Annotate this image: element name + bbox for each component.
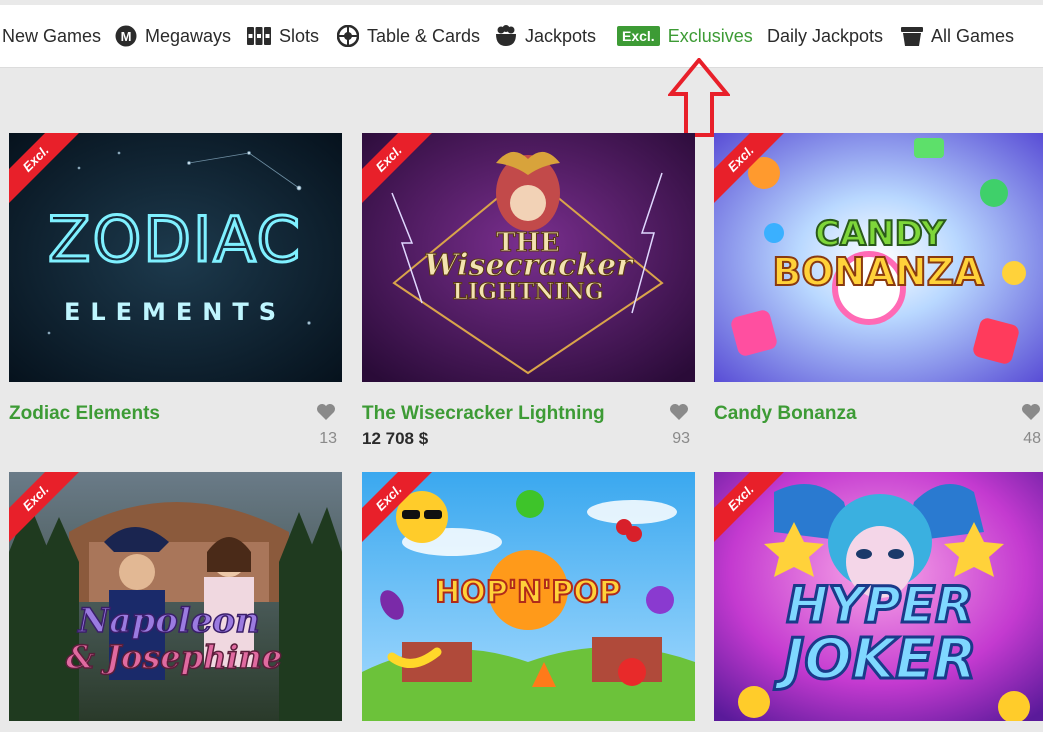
nav-jackpots[interactable]: Jackpots: [495, 5, 596, 67]
heart-icon[interactable]: [1021, 403, 1041, 426]
game-card: HOP'N'POP Excl.: [362, 472, 695, 721]
napoleon-josephine-art: Napoleon & Josephine: [9, 472, 342, 721]
svg-text:HYPER: HYPER: [786, 576, 973, 634]
jackpot-amount: 12 708 $: [362, 429, 429, 448]
nav-new-games[interactable]: New Games: [2, 5, 101, 67]
nav-megaways[interactable]: M Megaways: [115, 5, 231, 67]
svg-text:HOP'N'POP: HOP'N'POP: [435, 575, 621, 610]
nav-label: Jackpots: [525, 25, 597, 46]
game-thumbnail[interactable]: HOP'N'POP Excl.: [362, 472, 695, 721]
svg-text:CANDY: CANDY: [815, 214, 945, 254]
hyper-joker-art: HYPER JOKER: [714, 472, 1043, 721]
like-count: 48: [1023, 430, 1041, 447]
bucket-icon: [901, 25, 923, 47]
category-nav: New Games M Megaways Slots Table & Cards…: [0, 5, 1043, 68]
nav-label: All Games: [931, 25, 1015, 46]
nav-label: New Games: [2, 25, 102, 46]
like-count: 93: [672, 430, 690, 447]
game-thumbnail[interactable]: ZODIAC ELEMENTS Excl.: [9, 133, 342, 382]
svg-text:Napoleon: Napoleon: [77, 601, 260, 641]
nav-label: Exclusives: [667, 25, 753, 46]
svg-text:BONANZA: BONANZA: [772, 250, 984, 294]
game-card: Napoleon & Josephine Excl.: [9, 472, 342, 721]
nav-label: Slots: [279, 25, 320, 46]
game-card: CANDY BONANZA Excl. Candy Bonanza 48: [714, 133, 1043, 447]
heart-icon[interactable]: [669, 403, 689, 426]
game-title[interactable]: The Wisecracker Lightning: [362, 403, 605, 425]
wisecracker-art: THE Wisecracker LIGHTNING: [362, 133, 695, 382]
nav-slots[interactable]: Slots: [247, 5, 319, 67]
up-arrow-annotation: [668, 58, 730, 137]
zodiac-art: ZODIAC ELEMENTS: [9, 133, 342, 382]
hop-n-pop-art: HOP'N'POP: [362, 472, 695, 721]
svg-text:Wisecracker: Wisecracker: [424, 248, 634, 283]
svg-text:& Josephine: & Josephine: [66, 638, 282, 676]
megaways-icon: M: [115, 25, 137, 47]
nav-label: Megaways: [145, 25, 232, 46]
svg-text:ZODIAC: ZODIAC: [48, 203, 302, 276]
game-card: HYPER JOKER Excl.: [714, 472, 1043, 721]
nav-daily-jackpots[interactable]: Daily Jackpots: [767, 5, 883, 67]
game-card: ZODIAC ELEMENTS Excl. Zodiac Elements 13: [9, 133, 342, 447]
game-title[interactable]: Candy Bonanza: [714, 403, 857, 425]
candy-bonanza-art: CANDY BONANZA: [714, 133, 1043, 382]
game-thumbnail[interactable]: CANDY BONANZA Excl.: [714, 133, 1043, 382]
game-thumbnail[interactable]: HYPER JOKER Excl.: [714, 472, 1043, 721]
nav-all-games[interactable]: All Games: [901, 5, 1014, 67]
nav-label: Daily Jackpots: [767, 25, 884, 46]
game-thumbnail[interactable]: Napoleon & Josephine Excl.: [9, 472, 342, 721]
svg-text:JOKER: JOKER: [773, 627, 976, 692]
like-count: 13: [319, 430, 337, 447]
game-title[interactable]: Zodiac Elements: [9, 403, 160, 425]
pot-icon: [495, 25, 517, 47]
svg-text:M: M: [121, 29, 132, 44]
roulette-icon: [337, 25, 359, 47]
slots-icon: [247, 26, 271, 46]
game-card: THE Wisecracker LIGHTNING Excl. The Wise…: [362, 133, 695, 448]
heart-icon[interactable]: [316, 403, 336, 426]
svg-text:ELEMENTS: ELEMENTS: [64, 298, 286, 326]
nav-table-cards[interactable]: Table & Cards: [337, 5, 480, 67]
svg-text:LIGHTNING: LIGHTNING: [452, 279, 603, 305]
excl-badge: Excl.: [617, 26, 660, 46]
game-thumbnail[interactable]: THE Wisecracker LIGHTNING Excl.: [362, 133, 695, 382]
nav-label: Table & Cards: [367, 25, 481, 46]
